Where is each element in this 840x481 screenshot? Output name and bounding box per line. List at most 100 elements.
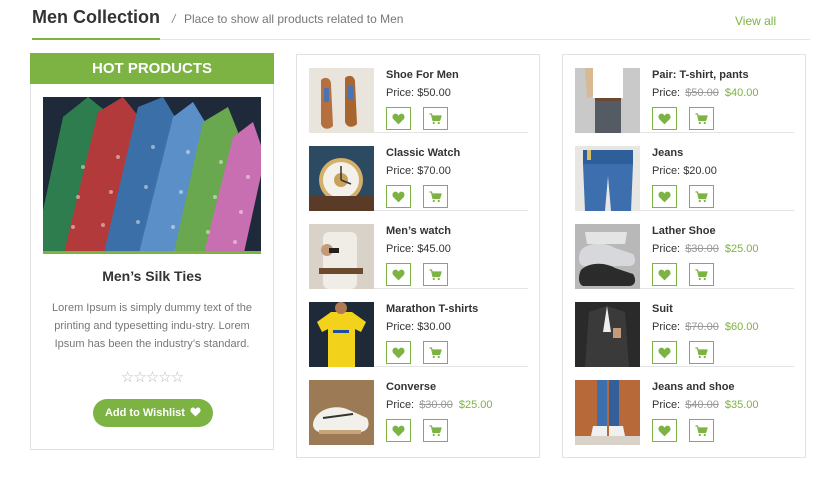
product-price-value: $45.00 xyxy=(417,243,451,255)
add-to-wishlist-button[interactable] xyxy=(386,419,411,442)
add-to-cart-button[interactable] xyxy=(689,185,714,208)
old-price: $30.00 xyxy=(419,399,453,411)
price-label: Price: xyxy=(386,321,415,333)
cart-icon xyxy=(695,190,708,203)
add-to-cart-button[interactable] xyxy=(423,341,448,364)
title-separator: / xyxy=(172,12,176,26)
cart-icon xyxy=(695,346,708,359)
cart-icon xyxy=(695,112,708,125)
add-to-wishlist-button[interactable] xyxy=(386,107,411,130)
price-label: Price: xyxy=(386,165,415,177)
add-to-wishlist-button[interactable] xyxy=(652,107,677,130)
add-to-wishlist-button[interactable] xyxy=(652,419,677,442)
old-price: $70.00 xyxy=(685,321,719,333)
price-label: Price: xyxy=(652,321,681,333)
product-thumbnail[interactable] xyxy=(575,224,640,289)
cart-icon xyxy=(429,190,442,203)
add-to-cart-button[interactable] xyxy=(423,107,448,130)
product-price: Price: $40.00 $35.00 xyxy=(652,399,759,411)
product-price: Price: $30.00 xyxy=(386,321,451,333)
cart-icon xyxy=(429,424,442,437)
product-item: Classic Watch Price: $70.00 xyxy=(309,133,528,211)
sale-price: $25.00 xyxy=(458,399,493,411)
product-item: Converse Price: $30.00 $25.00 xyxy=(309,367,528,445)
section-description: Place to show all products related to Me… xyxy=(184,12,404,26)
product-price-value: $50.00 xyxy=(417,87,451,99)
product-thumbnail[interactable] xyxy=(309,68,374,133)
add-to-wishlist-button[interactable] xyxy=(386,185,411,208)
cart-icon xyxy=(695,268,708,281)
product-price: Price: $20.00 xyxy=(652,165,717,177)
product-thumbnail[interactable] xyxy=(575,68,640,133)
product-item: Jeans and shoe Price: $40.00 $35.00 xyxy=(575,367,794,445)
product-name[interactable]: Jeans xyxy=(652,147,683,159)
product-item: Men’s watch Price: $45.00 xyxy=(309,211,528,289)
sale-price: $25.00 xyxy=(724,243,759,255)
add-to-wishlist-button[interactable] xyxy=(386,263,411,286)
product-name[interactable]: Classic Watch xyxy=(386,147,460,159)
cart-icon xyxy=(695,424,708,437)
add-to-wishlist-button[interactable]: Add to Wishlist xyxy=(93,399,213,427)
old-price: $30.00 xyxy=(685,243,719,255)
cart-icon xyxy=(429,346,442,359)
product-name[interactable]: Converse xyxy=(386,381,436,393)
add-to-wishlist-button[interactable] xyxy=(652,185,677,208)
product-thumbnail[interactable] xyxy=(309,302,374,367)
product-price: Price: $30.00 $25.00 xyxy=(652,243,759,255)
product-item: Jeans Price: $20.00 xyxy=(575,133,794,211)
product-name[interactable]: Pair: T-shirt, pants xyxy=(652,69,749,81)
section-header: Men Collection / Place to show all produ… xyxy=(32,0,810,40)
add-to-wishlist-button[interactable] xyxy=(386,341,411,364)
price-label: Price: xyxy=(652,87,681,99)
add-to-cart-button[interactable] xyxy=(689,341,714,364)
product-item: Lather Shoe Price: $30.00 $25.00 xyxy=(575,211,794,289)
product-name[interactable]: Lather Shoe xyxy=(652,225,716,237)
wishlist-label: Add to Wishlist xyxy=(104,407,185,419)
heart-icon xyxy=(392,269,405,281)
product-price: Price: $50.00 xyxy=(386,87,451,99)
price-label: Price: xyxy=(652,165,681,177)
add-to-cart-button[interactable] xyxy=(689,263,714,286)
product-thumbnail[interactable] xyxy=(309,146,374,211)
add-to-cart-button[interactable] xyxy=(689,107,714,130)
product-price-value: $20.00 xyxy=(683,165,717,177)
add-to-cart-button[interactable] xyxy=(423,185,448,208)
hot-products-card: HOT PRODUCTS Men’s Silk Ties Lorem Ipsum… xyxy=(30,53,274,450)
product-thumbnail[interactable] xyxy=(309,380,374,445)
product-name[interactable]: Suit xyxy=(652,303,673,315)
product-thumbnail[interactable] xyxy=(575,380,640,445)
product-price: Price: $45.00 xyxy=(386,243,451,255)
add-to-cart-button[interactable] xyxy=(423,419,448,442)
price-label: Price: xyxy=(386,243,415,255)
price-label: Price: xyxy=(652,399,681,411)
hot-products-banner: HOT PRODUCTS xyxy=(30,53,274,84)
add-to-cart-button[interactable] xyxy=(423,263,448,286)
product-name[interactable]: Jeans and shoe xyxy=(652,381,735,393)
product-item: Pair: T-shirt, pants Price: $50.00 $40.00 xyxy=(575,55,794,133)
star-rating: ☆☆☆☆☆ xyxy=(120,369,184,386)
product-thumbnail[interactable] xyxy=(309,224,374,289)
heart-icon xyxy=(392,191,405,203)
heart-icon xyxy=(190,407,201,417)
heart-icon xyxy=(392,425,405,437)
heart-icon xyxy=(658,269,671,281)
product-name[interactable]: Men’s watch xyxy=(386,225,451,237)
section-title: Men Collection xyxy=(32,7,161,27)
heart-icon xyxy=(658,425,671,437)
product-thumbnail[interactable] xyxy=(575,302,640,367)
product-thumbnail[interactable] xyxy=(575,146,640,211)
title-underline xyxy=(32,38,160,40)
product-column-1: Shoe For Men Price: $50.00 Classic Watch Pr… xyxy=(296,54,540,458)
product-price-value: $30.00 xyxy=(417,321,451,333)
product-name[interactable]: Marathon T-shirts xyxy=(386,303,478,315)
hot-product-name[interactable]: Men’s Silk Ties xyxy=(31,268,273,284)
view-all-link[interactable]: View all xyxy=(735,14,776,28)
add-to-wishlist-button[interactable] xyxy=(652,341,677,364)
product-name[interactable]: Shoe For Men xyxy=(386,69,459,81)
silk-ties-image[interactable] xyxy=(43,97,261,254)
add-to-wishlist-button[interactable] xyxy=(652,263,677,286)
hot-product-description: Lorem Ipsum is simply dummy text of the … xyxy=(52,302,252,350)
old-price: $40.00 xyxy=(685,399,719,411)
heart-icon xyxy=(658,113,671,125)
add-to-cart-button[interactable] xyxy=(689,419,714,442)
